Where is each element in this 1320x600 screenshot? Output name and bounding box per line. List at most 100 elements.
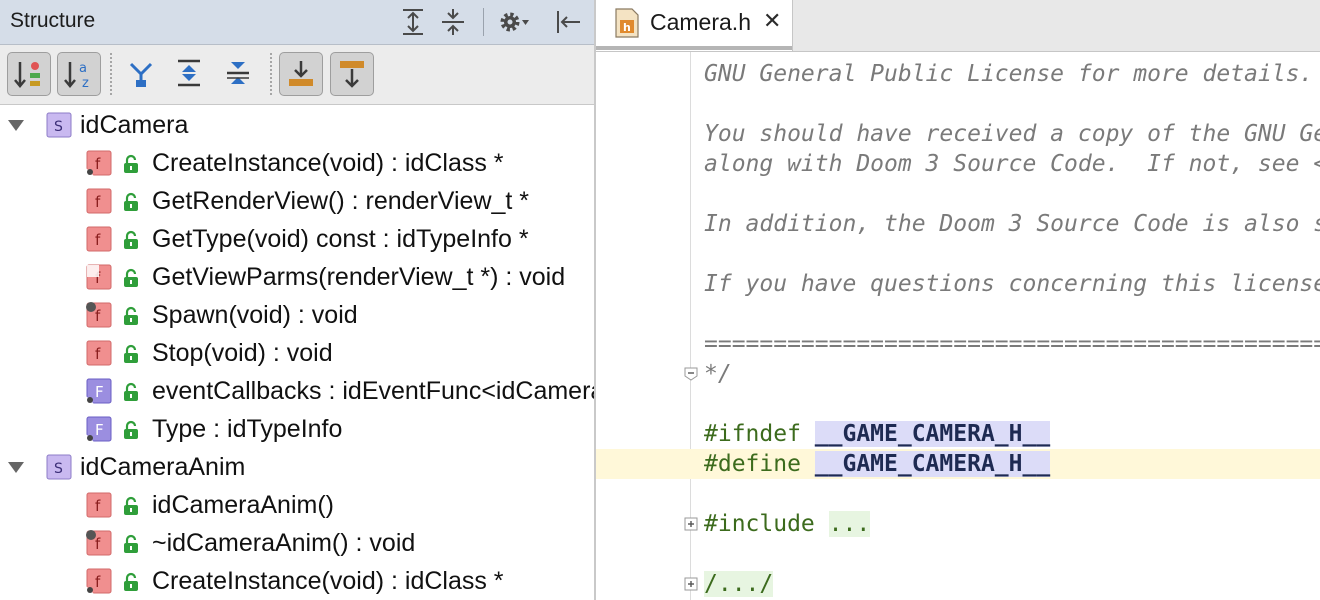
function-icon: f: [85, 301, 113, 329]
tree-member-row[interactable]: f idCameraAnim(): [0, 486, 594, 524]
tree-member-row[interactable]: f GetRenderView() : renderView_t *: [0, 182, 594, 220]
class-icon: S: [45, 111, 73, 139]
code-line: */: [704, 359, 732, 389]
sort-alphabetically-button[interactable]: az: [57, 52, 101, 96]
svg-text:f: f: [95, 307, 101, 325]
class-icon: S: [45, 453, 73, 481]
autoscroll-to-source-button[interactable]: [279, 52, 323, 96]
toolbar-divider: [110, 53, 112, 95]
code-line: GNU General Public License for more deta…: [704, 59, 1313, 89]
macro-identifier: __GAME_CAMERA_H__: [814, 421, 1051, 447]
code-token: ========================================…: [704, 331, 1320, 357]
fold-expand-icon[interactable]: [684, 577, 698, 591]
header-divider: [483, 8, 484, 36]
tree-member-row[interactable]: F Type : idTypeInfo: [0, 410, 594, 448]
code-token: GNU General Public License for more deta…: [704, 61, 1314, 87]
tree-node-label: GetViewParms(renderView_t *) : void: [152, 263, 566, 291]
svg-text:f: f: [95, 497, 101, 515]
svg-text:a: a: [79, 61, 87, 76]
code-token: #ifndef: [704, 421, 815, 447]
fold-expand-icon[interactable]: [684, 517, 698, 531]
code-line: along with Doom 3 Source Code. If not, s…: [704, 149, 1320, 179]
expand-arrow-icon[interactable]: [6, 115, 26, 135]
function-icon: f: [85, 149, 113, 177]
macro-identifier: __GAME_CAMERA_H__: [814, 451, 1051, 477]
svg-text:f: f: [95, 193, 101, 211]
function-icon: f: [85, 263, 113, 291]
tree-class-row[interactable]: SidCameraAnim: [0, 448, 594, 486]
inherited-icon: [120, 52, 164, 94]
tree-node-label: GetType(void) const : idTypeInfo *: [152, 225, 529, 253]
gear-dropdown-icon[interactable]: [496, 6, 530, 38]
sort-by-visibility-button[interactable]: [7, 52, 51, 96]
field-icon: F: [85, 377, 113, 405]
tree-node-label: ~idCameraAnim() : void: [152, 529, 416, 557]
function-icon: f: [85, 225, 113, 253]
svg-text:f: f: [95, 345, 101, 363]
svg-text:h: h: [623, 21, 631, 34]
code-token: You should have received a copy of the G…: [704, 121, 1320, 147]
folded-region[interactable]: ...: [828, 511, 871, 537]
structure-header: Structure: [0, 0, 594, 45]
tree-node-label: Spawn(void) : void: [152, 301, 358, 329]
code-line: If you have questions concerning this li…: [704, 269, 1320, 299]
code-token: #define: [704, 451, 815, 477]
svg-text:f: f: [95, 535, 101, 553]
public-lock-icon: [122, 496, 140, 516]
public-lock-icon: [122, 192, 140, 212]
show-inherited-button[interactable]: [120, 52, 164, 96]
public-lock-icon: [122, 534, 140, 554]
tree-class-row[interactable]: SidCamera: [0, 106, 594, 144]
tree-node-label: eventCallbacks : idEventFunc<idCamera>: [152, 377, 594, 405]
autoscroll-to-source-icon: [280, 53, 322, 95]
tree-member-row[interactable]: f Spawn(void) : void: [0, 296, 594, 334]
public-lock-icon: [122, 154, 140, 174]
tree-member-row[interactable]: f CreateInstance(void) : idClass *: [0, 562, 594, 600]
public-lock-icon: [122, 268, 140, 288]
public-lock-icon: [122, 344, 140, 364]
svg-text:S: S: [54, 119, 63, 135]
collapse-vertical-icon[interactable]: [436, 6, 470, 38]
svg-text:f: f: [95, 231, 101, 249]
tree-member-row[interactable]: f GetViewParms(renderView_t *) : void: [0, 258, 594, 296]
tab-camera-h[interactable]: h Camera.h ✕: [596, 0, 793, 51]
function-icon: f: [85, 491, 113, 519]
code-line: ========================================…: [704, 329, 1320, 359]
folded-region[interactable]: /.../: [704, 571, 774, 597]
public-lock-icon: [122, 382, 140, 402]
tree-member-row[interactable]: f CreateInstance(void) : idClass *: [0, 144, 594, 182]
close-icon[interactable]: ✕: [763, 8, 781, 34]
autoscroll-from-source-icon: [331, 53, 373, 95]
tree-member-row[interactable]: f GetType(void) const : idTypeInfo *: [0, 220, 594, 258]
svg-text:F: F: [95, 421, 104, 439]
sort-visibility-icon: [8, 53, 50, 95]
tree-node-label: CreateInstance(void) : idClass *: [152, 567, 504, 595]
hide-panel-icon[interactable]: [552, 6, 586, 38]
tree-member-row[interactable]: f Stop(void) : void: [0, 334, 594, 372]
tree-member-row[interactable]: FeventCallbacks : idEventFunc<idCamera>: [0, 372, 594, 410]
tree-node-label: idCameraAnim: [80, 453, 246, 481]
collapse-all-icon: [217, 52, 261, 94]
toolbar-divider: [270, 53, 272, 95]
expand-vertical-icon[interactable]: [396, 6, 430, 38]
editor-tab-bar: h Camera.h ✕: [596, 0, 1320, 52]
function-icon: f: [85, 339, 113, 367]
tree-node-label: CreateInstance(void) : idClass *: [152, 149, 504, 177]
code-line: #include ...: [704, 509, 871, 539]
autoscroll-from-source-button[interactable]: [330, 52, 374, 96]
expand-arrow-icon[interactable]: [6, 457, 26, 477]
tree-node-label: Stop(void) : void: [152, 339, 333, 367]
collapse-all-button[interactable]: [217, 52, 261, 96]
function-icon: f: [85, 187, 113, 215]
code-line: In addition, the Doom 3 Source Code is a…: [704, 209, 1320, 239]
code-token: In addition, the Doom 3 Source Code is a…: [704, 211, 1320, 237]
editor-area: h Camera.h ✕ GNU General Public License …: [596, 0, 1320, 600]
expand-all-button[interactable]: [168, 52, 212, 96]
code-line: You should have received a copy of the G…: [704, 119, 1320, 149]
svg-text:f: f: [95, 573, 101, 591]
active-tab-indicator: [596, 46, 792, 50]
tree-member-row[interactable]: f ~idCameraAnim() : void: [0, 524, 594, 562]
public-lock-icon: [122, 420, 140, 440]
field-icon: F: [85, 415, 113, 443]
fold-end-icon[interactable]: [684, 367, 698, 381]
